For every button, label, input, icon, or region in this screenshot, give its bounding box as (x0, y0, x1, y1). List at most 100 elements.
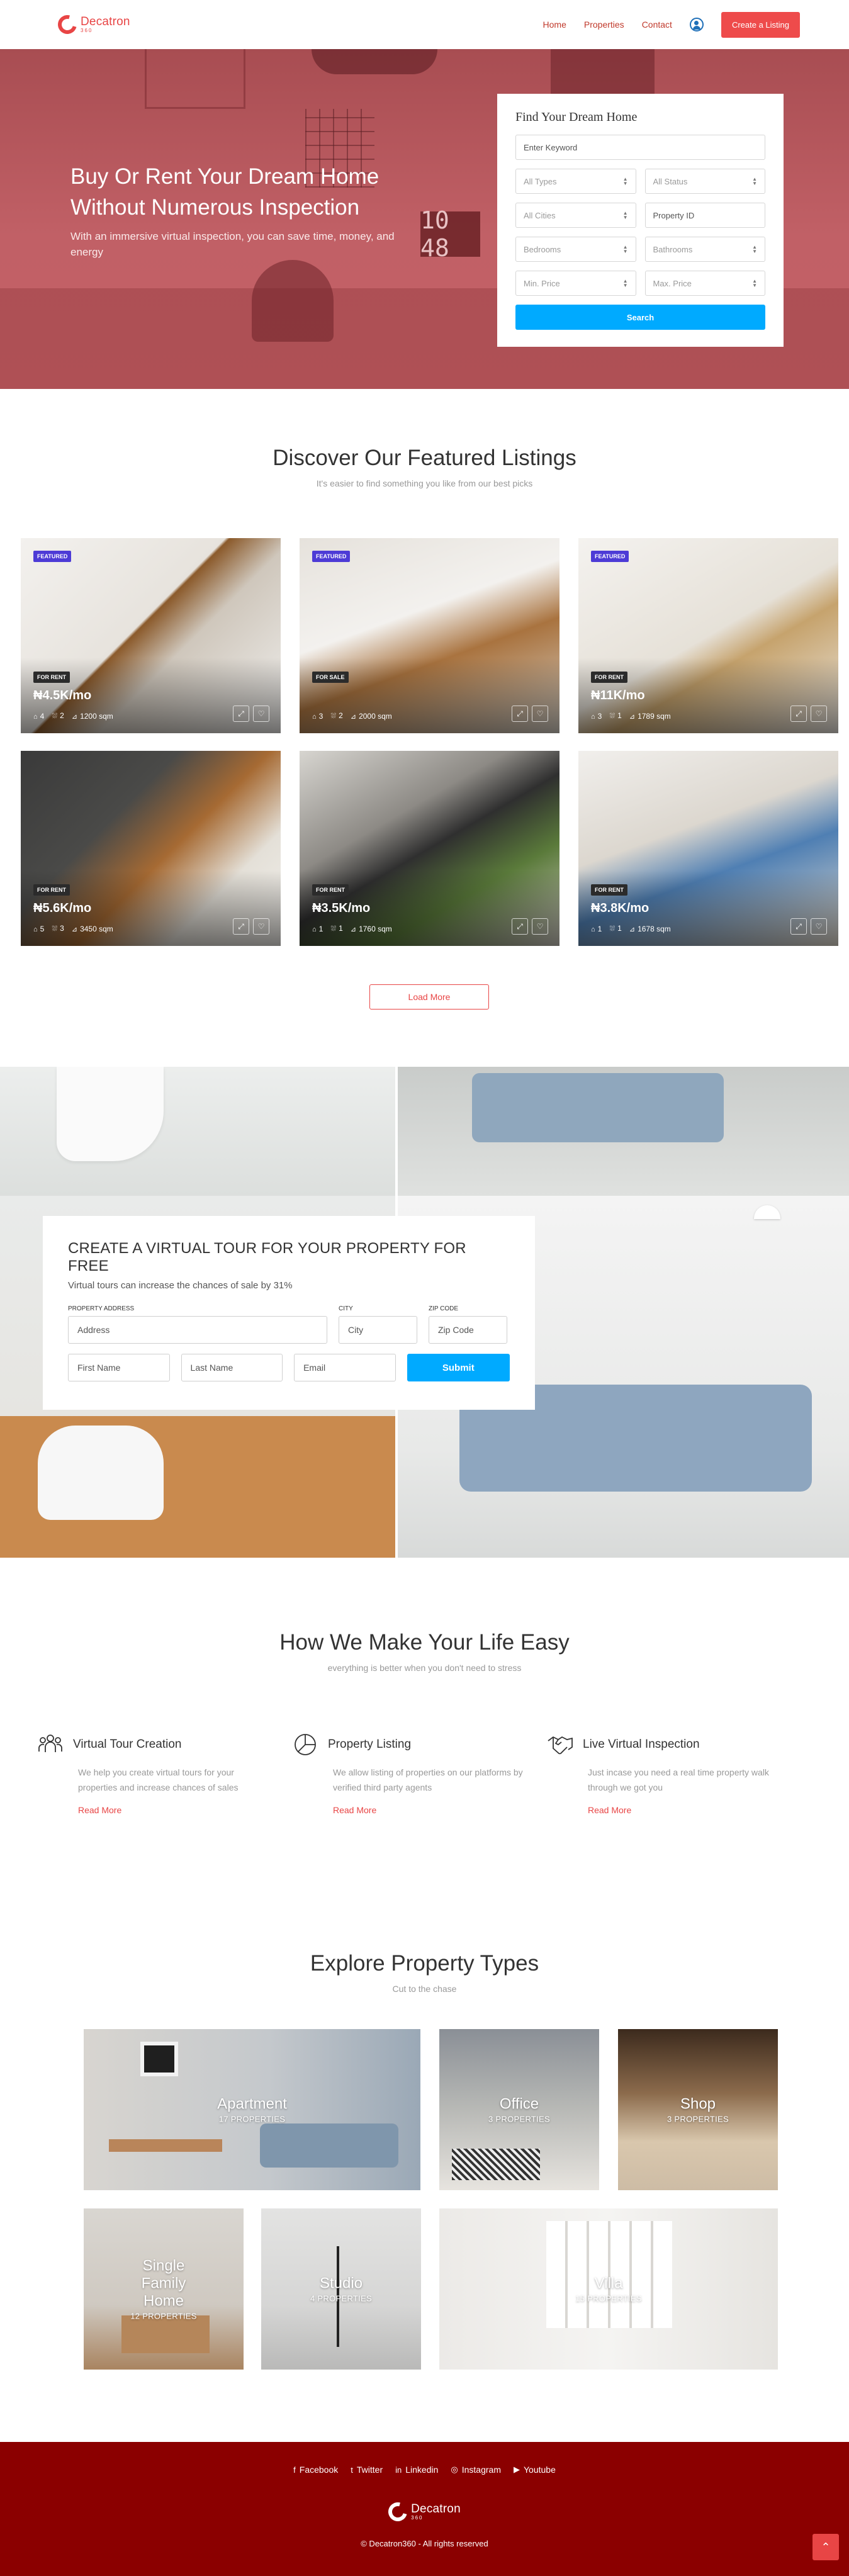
baths-value: 2 (60, 711, 64, 720)
listing-card[interactable]: FEATURED FOR RENT ₦4.5K/mo ⌂ 4 ⛆ 2 ⊿ 1200 sqm ⤢ ♡ (21, 538, 281, 733)
instagram-icon: ◎ (451, 2465, 458, 2474)
social-linkedin[interactable]: in Linkedin (395, 2465, 438, 2475)
baths-stat: ⛆ 1 (609, 924, 622, 933)
logo-sub: 360 (81, 28, 93, 33)
submit-button[interactable]: Submit (407, 1354, 510, 1381)
label-property-address: PROPERTY ADDRESS (68, 1305, 135, 1312)
baths-stat: ⛆ 3 (52, 924, 64, 933)
listing-card[interactable]: FOR RENT ₦5.6K/mo ⌂ 5 ⛆ 3 ⊿ 3450 sqm ⤢ ♡ (21, 751, 281, 946)
area-stat: ⊿ 1789 sqm (629, 712, 671, 721)
heart-icon[interactable]: ♡ (253, 918, 269, 935)
expand-icon[interactable]: ⤢ (233, 918, 249, 935)
listing-actions: ⤢ ♡ (512, 706, 548, 722)
load-more-button[interactable]: Load More (369, 984, 489, 1010)
area-stat: ⊿ 1678 sqm (629, 925, 671, 933)
tile-office[interactable]: Office 3 PROPERTIES (439, 2029, 599, 2190)
nav-link-properties[interactable]: Properties (584, 20, 624, 30)
featured-title: Discover Our Featured Listings (273, 446, 576, 470)
expand-icon[interactable]: ⤢ (790, 706, 807, 722)
logo-mark-icon (54, 11, 81, 38)
address-input[interactable]: Address (68, 1316, 327, 1344)
bedrooms-select[interactable]: Bedrooms ▲ ▼ (515, 237, 636, 262)
social-instagram[interactable]: ◎ Instagram (451, 2465, 501, 2475)
last-name-input[interactable]: Last Name (181, 1354, 283, 1381)
create-listing-button[interactable]: Create a Listing (721, 11, 800, 38)
area-stat: ⊿ 1760 sqm (351, 925, 392, 933)
listing-meta: ⌂ 3 ⛆ 2 ⊿ 2000 sqm (312, 711, 392, 721)
keyword-input[interactable]: Enter Keyword (515, 135, 765, 160)
logo-mark-icon (385, 2499, 411, 2525)
listing-card[interactable]: FEATURED FOR RENT ₦11K/mo ⌂ 3 ⛆ 1 ⊿ 1789 sqm ⤢ ♡ (578, 538, 838, 733)
footer-logo[interactable]: Decatron 360 (0, 2499, 849, 2525)
zip-input[interactable]: Zip Code (429, 1316, 507, 1344)
tile-name: Studio (319, 2275, 363, 2292)
select-arrows-icon: ▲ ▼ (752, 244, 757, 254)
heart-icon[interactable]: ♡ (532, 918, 548, 935)
max-price-select-value: Max. Price (653, 278, 692, 288)
heart-icon[interactable]: ♡ (253, 706, 269, 722)
type-select-value: All Types (524, 176, 557, 186)
top-navbar: Decatron 360 Home Properties Contact Cre… (0, 0, 849, 49)
area-value: 1789 sqm (638, 711, 671, 721)
user-account-icon[interactable] (689, 18, 704, 31)
listing-card[interactable]: FOR RENT ₦3.8K/mo ⌂ 1 ⛆ 1 ⊿ 1678 sqm ⤢ ♡ (578, 751, 838, 946)
select-arrows-icon: ▲ ▼ (622, 210, 628, 220)
tile-shop[interactable]: Shop 3 PROPERTIES (618, 2029, 778, 2190)
nav-link-home[interactable]: Home (543, 20, 566, 30)
site-logo[interactable]: Decatron 360 (54, 11, 130, 38)
social-facebook[interactable]: f Facebook (293, 2465, 338, 2475)
listing-actions: ⤢ ♡ (233, 706, 269, 722)
tile-studio[interactable]: Studio 4 PROPERTIES (261, 2208, 421, 2370)
type-select[interactable]: All Types ▲ ▼ (515, 169, 636, 194)
types-title: Explore Property Types (310, 1951, 539, 1976)
read-more-link[interactable]: Read More (333, 1805, 524, 1815)
read-more-link[interactable]: Read More (588, 1805, 779, 1815)
listing-price: ₦4.5K/mo (33, 689, 92, 702)
expand-icon[interactable]: ⤢ (512, 918, 528, 935)
heart-icon[interactable]: ♡ (532, 706, 548, 722)
tile-name: Office (499, 2095, 539, 2113)
city-input[interactable]: City (339, 1316, 417, 1344)
search-button[interactable]: Search (515, 305, 765, 330)
social-youtube[interactable]: ▶ Youtube (514, 2465, 556, 2475)
social-twitter[interactable]: t Twitter (351, 2465, 383, 2475)
how-section: How We Make Your Life Easy everything is… (0, 1630, 849, 1815)
chevron-up-icon: ⌃ (821, 2540, 831, 2553)
min-price-select[interactable]: Min. Price ▲ ▼ (515, 271, 636, 296)
tile-villa[interactable]: Villa 15 PROPERTIES (439, 2208, 778, 2370)
how-item-property-listing: Property Listing We allow listing of pro… (291, 1731, 546, 1815)
city-select[interactable]: All Cities ▲ ▼ (515, 203, 636, 228)
back-to-top-button[interactable]: ⌃ (812, 2534, 839, 2560)
expand-icon[interactable]: ⤢ (233, 706, 249, 722)
linkedin-icon: in (395, 2465, 402, 2475)
property-id-input[interactable]: Property ID (644, 203, 765, 228)
twitter-icon: t (351, 2465, 353, 2475)
nav-link-contact[interactable]: Contact (642, 20, 672, 30)
baths-value: 2 (339, 711, 343, 720)
hero-description: With an immersive virtual inspection, yo… (70, 230, 395, 258)
tile-count: 17 PROPERTIES (218, 2114, 286, 2124)
listing-meta: ⌂ 1 ⛆ 1 ⊿ 1760 sqm (312, 924, 392, 933)
max-price-select[interactable]: Max. Price ▲ ▼ (644, 271, 765, 296)
heart-icon[interactable]: ♡ (811, 706, 827, 722)
tile-single-family-home[interactable]: Single Family Home 12 PROPERTIES (84, 2208, 244, 2370)
listing-card[interactable]: FEATURED FOR SALE ⌂ 3 ⛆ 2 ⊿ 2000 sqm ⤢ ♡ (300, 538, 559, 733)
bathrooms-select-value: Bathrooms (653, 244, 693, 254)
bathrooms-select[interactable]: Bathrooms ▲ ▼ (644, 237, 765, 262)
footer: f Facebook t Twitter in Linkedin ◎ Instagram… (0, 2442, 849, 2576)
tile-table-shape (121, 2315, 210, 2353)
listing-price: ₦3.5K/mo (312, 901, 371, 915)
email-input[interactable]: Email (294, 1354, 396, 1381)
label-city: CITY (339, 1305, 353, 1312)
heart-icon[interactable]: ♡ (811, 918, 827, 935)
tile-apartment[interactable]: Apartment 17 PROPERTIES (84, 2029, 420, 2190)
expand-icon[interactable]: ⤢ (790, 918, 807, 935)
expand-icon[interactable]: ⤢ (512, 706, 528, 722)
status-select[interactable]: All Status ▲ ▼ (644, 169, 765, 194)
bed-icon: ⌂ (312, 925, 317, 933)
first-name-input[interactable]: First Name (68, 1354, 170, 1381)
listing-card[interactable]: FOR RENT ₦3.5K/mo ⌂ 1 ⛆ 1 ⊿ 1760 sqm ⤢ ♡ (300, 751, 559, 946)
how-title: How We Make Your Life Easy (279, 1630, 570, 1655)
area-stat: ⊿ 2000 sqm (351, 712, 392, 721)
read-more-link[interactable]: Read More (78, 1805, 269, 1815)
